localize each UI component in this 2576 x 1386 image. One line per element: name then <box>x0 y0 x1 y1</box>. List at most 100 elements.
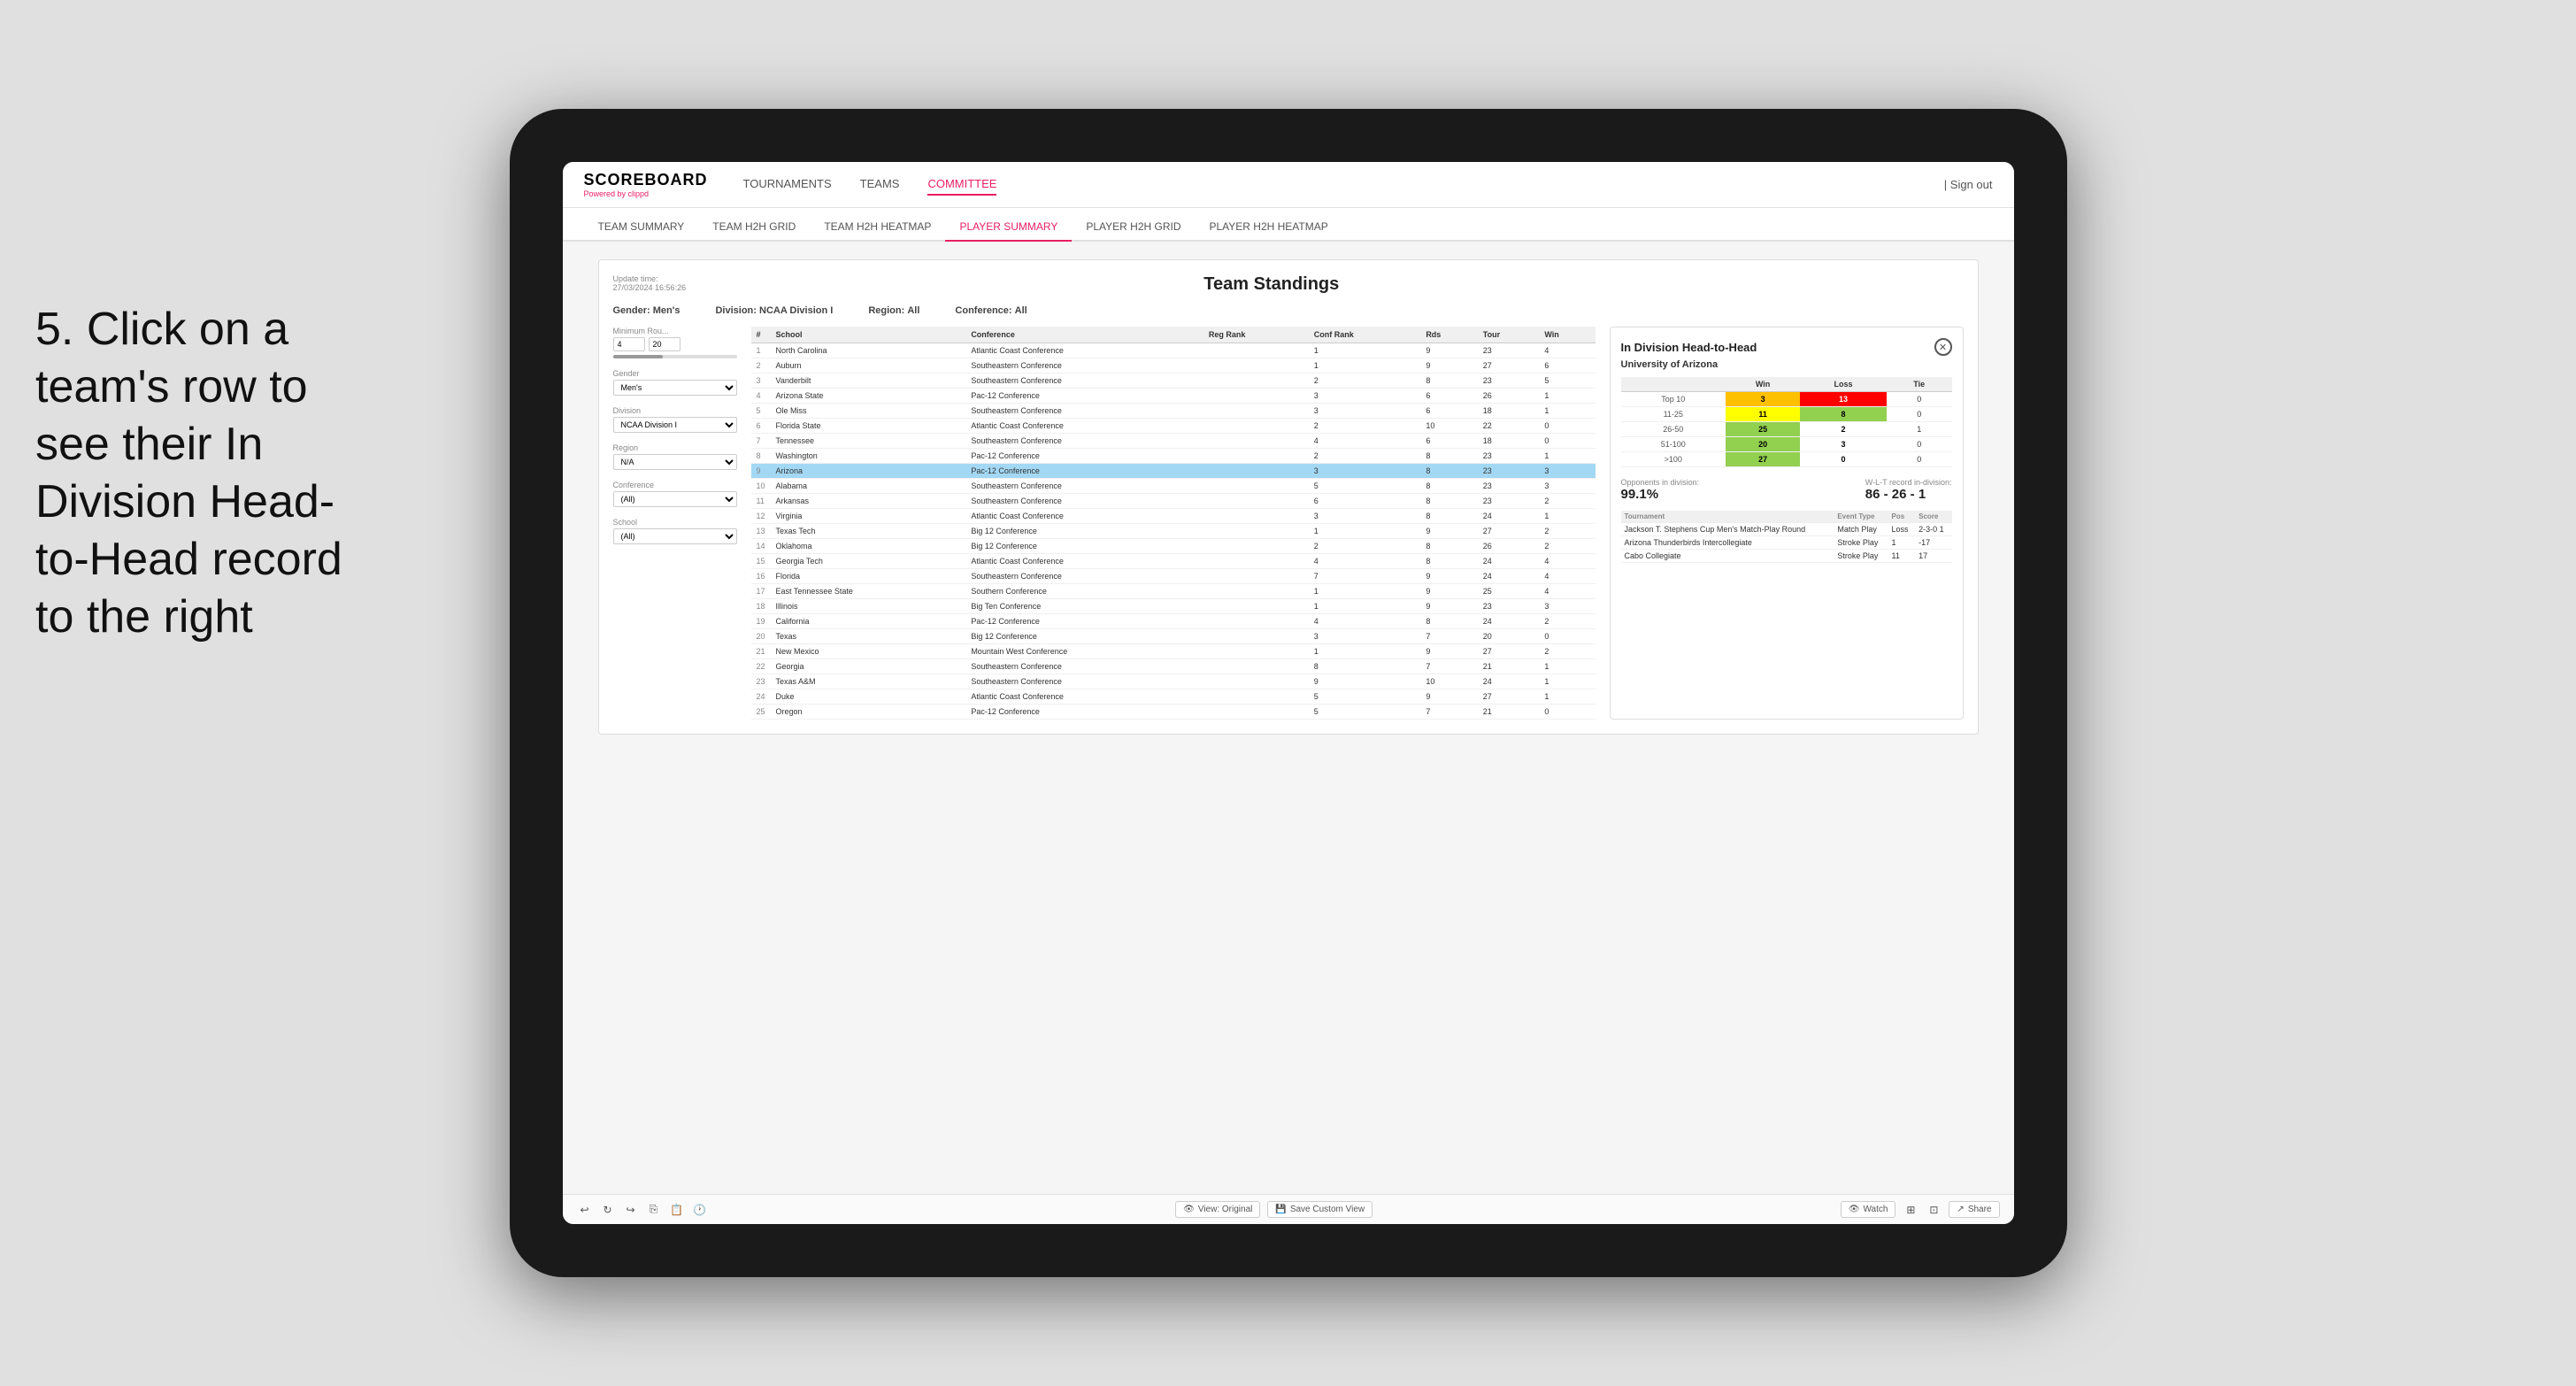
table-row[interactable]: 23 Texas A&M Southeastern Conference 9 1… <box>751 674 1596 689</box>
share-label: Share <box>1968 1205 1992 1214</box>
sub-nav: TEAM SUMMARY TEAM H2H GRID TEAM H2H HEAT… <box>563 208 2014 242</box>
h2h-rank: >100 <box>1621 452 1726 467</box>
sign-out[interactable]: | Sign out <box>1944 178 1993 191</box>
row-tour: 23 <box>1478 479 1540 494</box>
conference-filter-label: Conference <box>613 481 737 489</box>
table-row[interactable]: 4 Arizona State Pac-12 Conference 3 6 26… <box>751 389 1596 404</box>
watch-btn[interactable]: 👁 Watch <box>1841 1201 1896 1218</box>
row-tour: 22 <box>1478 419 1540 434</box>
h2h-loss-col: Loss <box>1800 377 1887 392</box>
row-num: 18 <box>751 599 771 614</box>
row-win: 5 <box>1539 373 1595 389</box>
row-conference: Pac-12 Conference <box>965 464 1203 479</box>
row-num: 22 <box>751 659 771 674</box>
min-rounds-from[interactable] <box>613 337 645 351</box>
table-row[interactable]: 1 North Carolina Atlantic Coast Conferen… <box>751 343 1596 358</box>
row-num: 17 <box>751 584 771 599</box>
h2h-wlt-stat: W-L-T record in-division: 86 - 26 - 1 <box>1865 478 1952 502</box>
h2h-rank: Top 10 <box>1621 392 1726 407</box>
share-btn[interactable]: ↗ Share <box>1949 1201 1999 1218</box>
table-row[interactable]: 9 Arizona Pac-12 Conference 3 8 23 3 <box>751 464 1596 479</box>
h2h-close-button[interactable]: ✕ <box>1934 338 1952 356</box>
table-area: # School Conference Reg Rank Conf Rank R… <box>751 327 1596 720</box>
row-num: 23 <box>751 674 771 689</box>
min-rounds-to[interactable] <box>649 337 681 351</box>
table-row[interactable]: 25 Oregon Pac-12 Conference 5 7 21 0 <box>751 705 1596 720</box>
row-tour: 25 <box>1478 584 1540 599</box>
table-row[interactable]: 8 Washington Pac-12 Conference 2 8 23 1 <box>751 449 1596 464</box>
row-conf-rank: 1 <box>1309 584 1421 599</box>
school-select[interactable]: (All) <box>613 528 737 544</box>
redo-icon-1[interactable]: ↻ <box>600 1202 616 1218</box>
table-row[interactable]: 5 Ole Miss Southeastern Conference 3 6 1… <box>751 404 1596 419</box>
filter-group-division: Division NCAA Division I <box>613 406 737 433</box>
sub-nav-player-h2h-grid[interactable]: PLAYER H2H GRID <box>1072 213 1195 240</box>
sub-nav-player-summary[interactable]: PLAYER SUMMARY <box>945 213 1072 242</box>
table-row[interactable]: 6 Florida State Atlantic Coast Conferenc… <box>751 419 1596 434</box>
row-conference: Southeastern Conference <box>965 659 1203 674</box>
table-row[interactable]: 18 Illinois Big Ten Conference 1 9 23 3 <box>751 599 1596 614</box>
table-row[interactable]: 14 Oklahoma Big 12 Conference 2 8 26 2 <box>751 539 1596 554</box>
save-custom-btn[interactable]: 💾 Save Custom View <box>1267 1201 1373 1218</box>
table-row[interactable]: 16 Florida Southeastern Conference 7 9 2… <box>751 569 1596 584</box>
table-row[interactable]: 21 New Mexico Mountain West Conference 1… <box>751 644 1596 659</box>
copy-icon[interactable]: ⎘ <box>646 1202 662 1218</box>
row-conference: Big Ten Conference <box>965 599 1203 614</box>
sub-nav-team-h2h-heatmap[interactable]: TEAM H2H HEATMAP <box>810 213 945 240</box>
table-row[interactable]: 15 Georgia Tech Atlantic Coast Conferenc… <box>751 554 1596 569</box>
filter-group-conference: Conference (All) <box>613 481 737 507</box>
redo-icon-2[interactable]: ↪ <box>623 1202 639 1218</box>
row-num: 25 <box>751 705 771 720</box>
table-row[interactable]: 24 Duke Atlantic Coast Conference 5 9 27… <box>751 689 1596 705</box>
row-conf-rank: 8 <box>1309 659 1421 674</box>
col-num: # <box>751 327 771 343</box>
table-row[interactable]: 22 Georgia Southeastern Conference 8 7 2… <box>751 659 1596 674</box>
conference-select[interactable]: (All) <box>613 491 737 507</box>
table-row[interactable]: 13 Texas Tech Big 12 Conference 1 9 27 2 <box>751 524 1596 539</box>
row-win: 2 <box>1539 644 1595 659</box>
slider-track[interactable] <box>613 355 737 358</box>
row-school: Arkansas <box>771 494 966 509</box>
view-original-btn[interactable]: 👁 View: Original <box>1175 1201 1260 1218</box>
tournament-pos: Loss <box>1888 523 1916 536</box>
nav-tournaments[interactable]: TOURNAMENTS <box>743 173 832 196</box>
row-school: Texas <box>771 629 966 644</box>
paste-icon[interactable]: 📋 <box>669 1202 685 1218</box>
h2h-row: >100 27 0 0 <box>1621 452 1952 467</box>
row-conference: Atlantic Coast Conference <box>965 509 1203 524</box>
table-row[interactable]: 11 Arkansas Southeastern Conference 6 8 … <box>751 494 1596 509</box>
sub-nav-team-summary[interactable]: TEAM SUMMARY <box>584 213 699 240</box>
col-rds: Rds <box>1420 327 1477 343</box>
division-select[interactable]: NCAA Division I <box>613 417 737 433</box>
row-conf-rank: 9 <box>1309 674 1421 689</box>
row-school: Arizona <box>771 464 966 479</box>
row-reg-rank <box>1203 674 1309 689</box>
undo-icon[interactable]: ↩ <box>577 1202 593 1218</box>
h2h-header: In Division Head-to-Head ✕ <box>1621 338 1952 356</box>
row-conference: Southeastern Conference <box>965 404 1203 419</box>
gender-select[interactable]: Men's <box>613 380 737 396</box>
row-tour: 23 <box>1478 373 1540 389</box>
table-row[interactable]: 7 Tennessee Southeastern Conference 4 6 … <box>751 434 1596 449</box>
row-school: East Tennessee State <box>771 584 966 599</box>
table-row[interactable]: 12 Virginia Atlantic Coast Conference 3 … <box>751 509 1596 524</box>
table-row[interactable]: 10 Alabama Southeastern Conference 5 8 2… <box>751 479 1596 494</box>
grid-icon[interactable]: ⊞ <box>1903 1202 1919 1218</box>
nav-committee[interactable]: COMMITTEE <box>927 173 996 196</box>
tournament-name: Arizona Thunderbirds Intercollegiate <box>1621 536 1834 550</box>
score-col: Score <box>1915 511 1951 523</box>
row-rds: 7 <box>1420 629 1477 644</box>
sub-nav-player-h2h-heatmap[interactable]: PLAYER H2H HEATMAP <box>1196 213 1342 240</box>
layout-icon[interactable]: ⊡ <box>1926 1202 1942 1218</box>
clock-icon[interactable]: 🕐 <box>692 1202 708 1218</box>
sub-nav-team-h2h-grid[interactable]: TEAM H2H GRID <box>698 213 810 240</box>
table-row[interactable]: 3 Vanderbilt Southeastern Conference 2 8… <box>751 373 1596 389</box>
table-row[interactable]: 20 Texas Big 12 Conference 3 7 20 0 <box>751 629 1596 644</box>
table-row[interactable]: 2 Auburn Southeastern Conference 1 9 27 … <box>751 358 1596 373</box>
row-school: Alabama <box>771 479 966 494</box>
region-select[interactable]: N/A <box>613 454 737 470</box>
table-row[interactable]: 17 East Tennessee State Southern Confere… <box>751 584 1596 599</box>
table-row[interactable]: 19 California Pac-12 Conference 4 8 24 2 <box>751 614 1596 629</box>
filter-group-school: School (All) <box>613 518 737 544</box>
nav-teams[interactable]: TEAMS <box>860 173 900 196</box>
